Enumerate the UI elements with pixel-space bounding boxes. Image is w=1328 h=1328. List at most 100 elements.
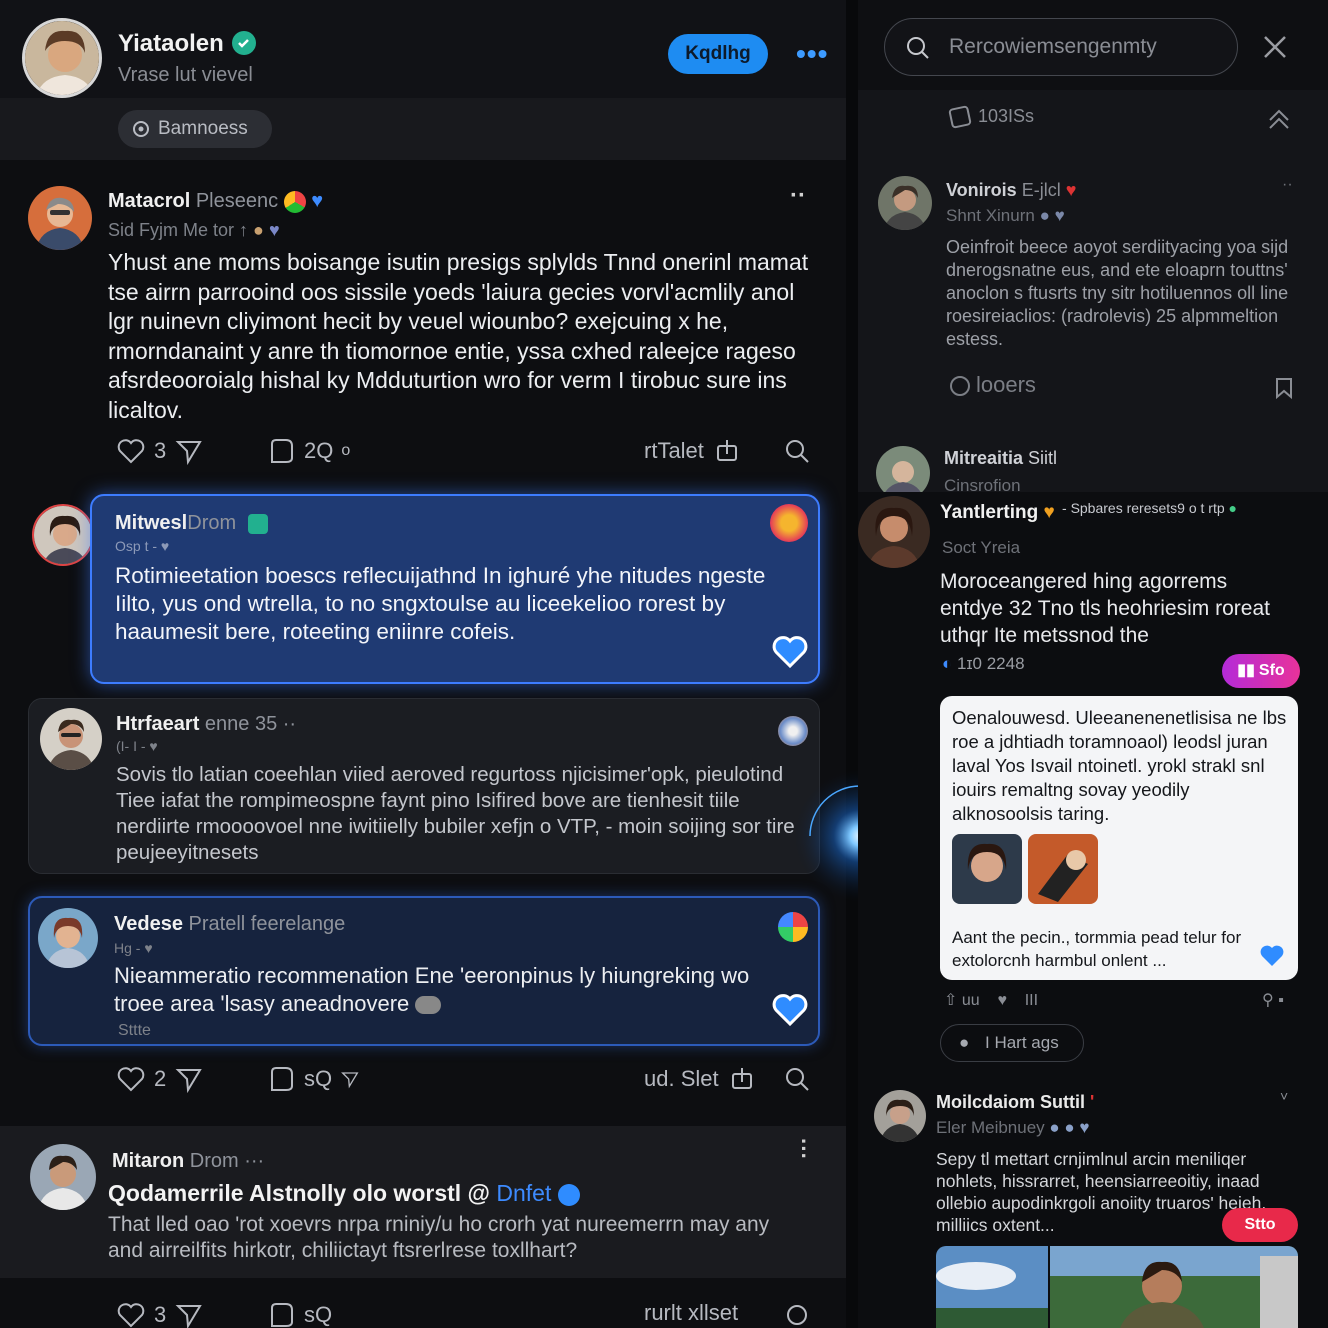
comment-count: sQ [304,1302,333,1327]
quoted-image-object[interactable] [1028,834,1098,904]
globe-icon[interactable] [778,716,808,746]
heart-icon[interactable] [1258,942,1286,970]
options-icon[interactable]: ⚲ ▪ [1262,990,1284,1010]
heart-icon[interactable] [770,632,810,672]
search-icon [786,1068,809,1091]
trend-pill-button[interactable]: Stto [1222,1208,1298,1242]
avatar[interactable] [858,496,930,568]
post-text: Nieammeratio recommenation Ene 'eeronpin… [114,963,750,1016]
trend-meta: Shnt Xinurn ● ♥ [946,206,1065,225]
share-icon [716,440,737,461]
bookmark-icon[interactable] [1272,376,1296,400]
avatar[interactable] [30,1144,96,1210]
more-options-icon[interactable]: ·· [1282,176,1293,194]
collapse-icon[interactable] [1266,106,1292,132]
quoted-text: Oenalouwesd. Uleeanenenetlisisa ne lbs r… [952,707,1287,824]
like-count: 3 [154,438,167,463]
tag-chip[interactable]: ● I Hart ags [940,1024,1084,1062]
featured-pill-button[interactable]: ▮▮ Sfo [1222,654,1300,688]
search-icon [786,440,809,463]
share-label: ud. Slet [644,1066,719,1091]
search-post-button[interactable] [782,1064,812,1094]
like-button[interactable]: 2 [116,1064,204,1094]
post-meta: (I- I - ♥ [116,738,158,754]
share-button[interactable]: rtTalet [644,436,742,466]
post-author[interactable]: Matacrol Pleseenc ♥ [108,190,323,213]
filter-chip[interactable]: Bamnoess [118,110,272,148]
heart-outline-icon [117,1067,145,1092]
profile-name: Yiataolen [118,30,256,58]
post-author[interactable]: MitweslDrom [115,512,268,535]
post-meta: Sid Fyjm Me tor ↑ ● ♥ [108,220,280,240]
post-text: Sovis tlo latian coeehlan viied aeroved … [116,763,795,864]
emoji-icon [283,190,306,213]
search-post-button[interactable] [782,1300,812,1328]
avatar[interactable] [38,908,98,968]
reaction-icon[interactable] [770,504,808,542]
send-icon [175,1305,203,1328]
emoji-icon [415,996,442,1015]
comment-icon [271,1303,293,1327]
quoted-image-portrait[interactable] [952,834,1022,904]
post-actions: 2 sQ ud. Slet [116,1064,816,1098]
trend-text: Oeinfroit beece aoyot serdiityacing yoa … [946,237,1289,349]
avatar[interactable] [874,1090,926,1142]
share-button[interactable]: rurlt xllset [644,1300,738,1326]
portrait-photo[interactable] [1050,1246,1298,1328]
trend-author[interactable]: Vonirois E-jlcl ♥ [946,180,1076,201]
post-author[interactable]: Htrfaeart enne 35 ·· [116,713,296,736]
heart-icon: ♥ [311,190,324,212]
profile-avatar[interactable] [22,18,102,98]
search-icon [787,1305,807,1325]
share-button[interactable]: ud. Slet [644,1064,757,1094]
comment-button[interactable]: sQ [266,1064,360,1094]
comment-count: 2Q [304,438,334,463]
mention-link[interactable]: Dnfet [496,1180,551,1206]
trend-author[interactable]: Mitreaitia Siitl [944,448,1057,469]
post-text: Yhust ane moms boisange isutin presigs s… [108,249,809,423]
post-footnote: Sttte [118,1022,151,1039]
send-icon [175,441,203,466]
post-menu-icon[interactable]: ··· [791,1138,816,1160]
featured-meta: Soct Yreia [942,538,1021,557]
featured-text: Moroceangered hing agorrems entdye 32 Tn… [940,570,1270,647]
reaction-icon[interactable] [778,912,808,942]
avatar[interactable] [878,176,932,230]
mini-stats: ⇧ uu ♥ III [944,992,1039,1009]
trend-action[interactable]: looers [950,372,1036,398]
follow-button[interactable]: Kqdlhg [668,34,768,74]
post-author[interactable]: Vedese Pratell feerelange [114,913,345,936]
search-placeholder: Rercowiemsengenmty [949,35,1157,58]
heart-icon[interactable] [770,990,810,1030]
more-options-icon[interactable]: ••• [796,38,828,70]
close-icon[interactable] [1262,34,1288,60]
share-label: rtTalet [644,438,704,463]
send-icon [175,1069,203,1094]
like-button[interactable]: 3 [116,436,204,466]
like-button[interactable]: 3 [116,1300,204,1328]
post-author[interactable]: Mitaron Drom ··· [112,1150,264,1173]
like-icon[interactable]: ♥ [997,992,1007,1009]
sky-photo[interactable] [936,1246,1048,1328]
avatar[interactable] [32,504,94,566]
post-text: Rotimieetation boescs reflecuijathnd In … [115,563,766,644]
featured-stat: ◐ 1ɪ0 2248 [942,654,1025,673]
side-panel: Rercowiemsengenmty 103ISs Vonirois E-jlc… [858,0,1328,1328]
heart-outline-icon [117,439,145,464]
post-actions: 3 sQ rurlt xllset [116,1300,816,1328]
quoted-card[interactable]: Oenalouwesd. Uleeanenenetlisisa ne lbs r… [940,696,1298,980]
chevron-down-icon[interactable]: ˅ [1280,1088,1288,1104]
trend-author[interactable]: Moilcdaiom Suttil ' [936,1092,1094,1113]
feed-column: Yiataolen Vrase lut vievel Kqdlhg ••• Ba… [0,0,846,1328]
share-icon[interactable]: ⇧ [944,992,957,1009]
search-post-button[interactable] [782,436,812,466]
featured-author[interactable]: Yantlerting ♥ [940,502,1055,524]
post-menu-icon[interactable]: ·· [790,182,806,210]
post-meta: Osp t - ♥ [115,538,170,554]
search-input[interactable]: Rercowiemsengenmty [884,18,1238,76]
comment-button[interactable]: sQ [266,1300,332,1328]
comment-button[interactable]: 2Q o [266,436,350,466]
pin-icon: ● [959,1033,970,1052]
avatar[interactable] [28,186,92,250]
avatar[interactable] [40,708,102,770]
